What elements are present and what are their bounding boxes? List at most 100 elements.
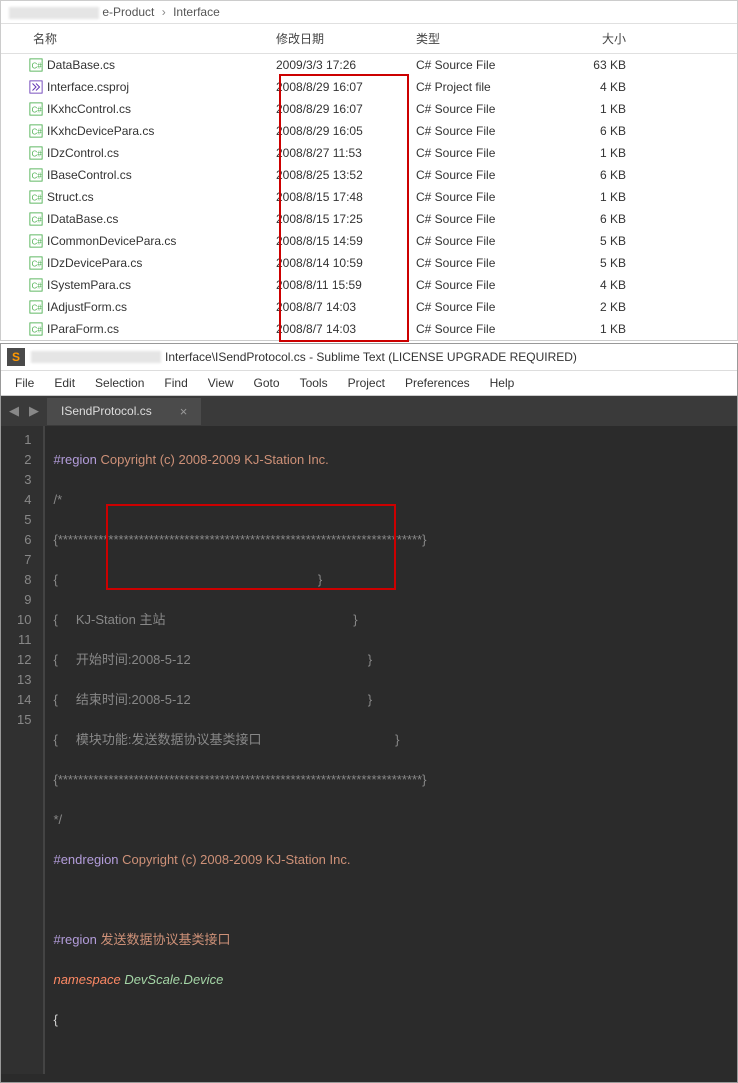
code-content[interactable]: #region Copyright (c) 2008-2009 KJ-Stati…	[45, 426, 737, 1074]
titlebar-blur	[31, 351, 161, 363]
file-row[interactable]: C#IKxhcDevicePara.cs2008/8/29 16:05C# So…	[1, 120, 737, 142]
svg-text:C#: C#	[32, 260, 43, 269]
file-date: 2008/8/25 13:52	[276, 166, 416, 184]
file-date: 2008/8/15 17:48	[276, 188, 416, 206]
file-row[interactable]: C# ISystemPara.cs 2008/8/11 15:59C# Source…	[1, 274, 737, 296]
svg-text:C#: C#	[32, 62, 43, 71]
file-type: C# Source File	[416, 210, 546, 228]
menu-help[interactable]: Help	[480, 373, 525, 393]
tab-close-icon[interactable]: ×	[180, 404, 188, 419]
tab-nav-arrows: ◀ ▶	[1, 401, 47, 421]
menu-find[interactable]: Find	[154, 373, 197, 393]
file-list-header: 名称 修改日期 类型 大小	[1, 24, 737, 54]
csharp-file-icon: C#	[29, 58, 43, 72]
file-type: C# Source File	[416, 254, 546, 272]
menu-preferences[interactable]: Preferences	[395, 373, 480, 393]
menu-tools[interactable]: Tools	[290, 373, 338, 393]
file-type: C# Source File	[416, 276, 546, 294]
column-header-date[interactable]: 修改日期	[276, 30, 416, 47]
csharp-file-icon: C#	[29, 124, 43, 138]
csharp-file-icon: C#	[29, 278, 43, 292]
file-row[interactable]: C#DataBase.cs2009/3/3 17:26C# Source Fil…	[1, 54, 737, 76]
csharp-file-icon: C#	[29, 102, 43, 116]
file-row[interactable]: C#IBaseControl.cs2008/8/25 13:52C# Sourc…	[1, 164, 737, 186]
file-type: C# Source File	[416, 144, 546, 162]
breadcrumb-blur	[9, 7, 99, 19]
csproj-icon	[29, 80, 43, 94]
menu-file[interactable]: File	[5, 373, 44, 393]
column-header-name[interactable]: 名称	[11, 30, 276, 47]
menu-project[interactable]: Project	[338, 373, 395, 393]
breadcrumb[interactable]: e-Product › Interface	[1, 1, 737, 24]
file-type: C# Source File	[416, 188, 546, 206]
file-size: 1 KB	[546, 144, 626, 162]
file-size: 1 KB	[546, 100, 626, 118]
file-date: 2008/8/14 10:59	[276, 254, 416, 272]
svg-text:C#: C#	[32, 172, 43, 181]
menu-selection[interactable]: Selection	[85, 373, 154, 393]
file-name: IKxhcDevicePara.cs	[47, 122, 154, 140]
file-explorer-window: e-Product › Interface 名称 修改日期 类型 大小 C# Da…	[0, 0, 738, 341]
file-date: 2008/8/15 14:59	[276, 232, 416, 250]
code-editor[interactable]: 123456789101112131415 #region Copyright …	[1, 426, 737, 1082]
breadcrumb-part1: e-Product	[102, 5, 154, 19]
file-type: C# Source File	[416, 122, 546, 140]
file-date: 2009/3/3 17:26	[276, 56, 416, 74]
file-type: C# Source File	[416, 166, 546, 184]
column-header-type[interactable]: 类型	[416, 30, 546, 47]
file-type: C# Source File	[416, 320, 546, 338]
file-date: 2008/8/11 15:59	[276, 276, 416, 294]
breadcrumb-separator: ›	[162, 5, 166, 19]
file-size: 6 KB	[546, 210, 626, 228]
file-row[interactable]: C#IAdjustForm.cs2008/8/7 14:03C# Source …	[1, 296, 737, 318]
tab-back-icon[interactable]: ◀	[5, 401, 23, 421]
file-size: 1 KB	[546, 188, 626, 206]
file-name: DataBase.cs	[47, 56, 115, 74]
file-name: IDzControl.cs	[47, 144, 119, 162]
sublime-titlebar[interactable]: S Interface\ISendProtocol.cs - Sublime T…	[1, 344, 737, 371]
file-row[interactable]: C#IDzControl.cs2008/8/27 11:53C# Source …	[1, 142, 737, 164]
menu-view[interactable]: View	[198, 373, 244, 393]
column-header-size[interactable]: 大小	[546, 30, 626, 47]
file-date: 2008/8/29 16:07	[276, 78, 416, 96]
file-name: ISystemPara.cs	[47, 276, 131, 294]
sublime-window: S Interface\ISendProtocol.cs - Sublime T…	[0, 343, 738, 1083]
svg-text:C#: C#	[32, 304, 43, 313]
file-row[interactable]: C#IParaForm.cs2008/8/7 14:03C# Source Fi…	[1, 318, 737, 340]
file-row[interactable]: C# IKxhcControl.cs 2008/8/29 16:07C# Sourc…	[1, 98, 737, 120]
file-size: 5 KB	[546, 232, 626, 250]
menu-goto[interactable]: Goto	[244, 373, 290, 393]
csharp-file-icon: C#	[29, 146, 43, 160]
file-list: C# DataBase.cs 2009/3/3 17:26 C# Source Fil…	[1, 54, 737, 340]
file-row[interactable]: C#ICommonDevicePara.cs2008/8/15 14:59C# …	[1, 230, 737, 252]
csharp-file-icon: C#	[29, 212, 43, 226]
sublime-app-icon: S	[7, 348, 25, 366]
svg-text:C#: C#	[32, 194, 43, 203]
file-date: 2008/8/7 14:03	[276, 298, 416, 316]
breadcrumb-part2[interactable]: Interface	[173, 5, 220, 19]
file-name: IKxhcControl.cs	[47, 100, 131, 118]
svg-text:C#: C#	[32, 128, 43, 137]
file-date: 2008/8/29 16:07	[276, 100, 416, 118]
svg-text:C#: C#	[32, 216, 43, 225]
file-size: 6 KB	[546, 166, 626, 184]
menu-edit[interactable]: Edit	[44, 373, 85, 393]
svg-text:C#: C#	[32, 150, 43, 159]
file-date: 2008/8/15 17:25	[276, 210, 416, 228]
file-row[interactable]: C#IDataBase.cs2008/8/15 17:25C# Source F…	[1, 208, 737, 230]
file-size: 6 KB	[546, 122, 626, 140]
file-name: Interface.csproj	[47, 78, 129, 96]
file-row[interactable]: C#IDzDevicePara.cs2008/8/14 10:59C# Sour…	[1, 252, 737, 274]
file-row[interactable]: C#Struct.cs2008/8/15 17:48C# Source File…	[1, 186, 737, 208]
file-row[interactable]: Interface.csproj 2008/8/29 16:07C# Projec…	[1, 76, 737, 98]
csharp-file-icon: C#	[29, 322, 43, 336]
file-date: 2008/8/7 14:03	[276, 320, 416, 338]
tab-forward-icon[interactable]: ▶	[25, 401, 43, 421]
file-type: C# Source File	[416, 100, 546, 118]
file-type: C# Project file	[416, 78, 546, 96]
file-size: 63 KB	[546, 56, 626, 74]
sublime-title-text: Interface\ISendProtocol.cs - Sublime Tex…	[165, 350, 577, 364]
file-size: 4 KB	[546, 78, 626, 96]
file-size: 5 KB	[546, 254, 626, 272]
editor-tab[interactable]: ISendProtocol.cs ×	[47, 398, 201, 425]
